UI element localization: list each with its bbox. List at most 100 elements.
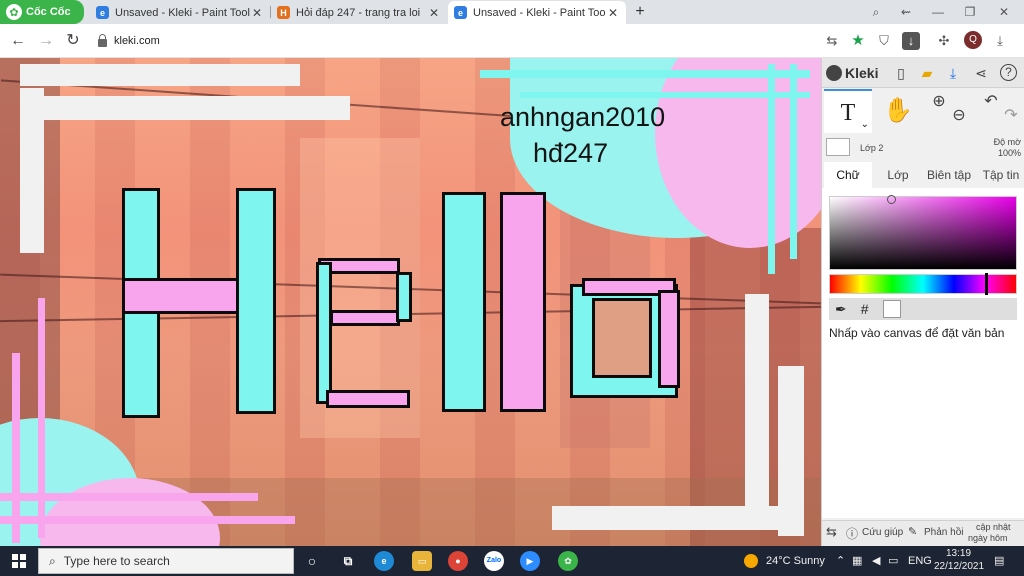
zoom-in-icon[interactable]: ⊕: [930, 93, 948, 111]
battery-icon[interactable]: ▭: [888, 554, 898, 567]
weather-sun-icon[interactable]: [744, 554, 758, 568]
panel-footer: ⇆ ⓘ Cứu giúp ✎ Phản hồi cập nhật ngày hô…: [822, 520, 1024, 553]
kleki-favicon-icon: e: [96, 6, 109, 19]
frame-line: [20, 88, 44, 253]
shield-icon[interactable]: ⛉: [874, 31, 894, 51]
extensions-puzzle-icon[interactable]: ✣: [934, 31, 954, 51]
text-tool-button[interactable]: T ⌄: [824, 89, 872, 133]
stripe: [38, 298, 45, 538]
file-explorer-icon[interactable]: ▭: [412, 551, 432, 571]
windows-start-icon[interactable]: [12, 554, 26, 568]
hue-slider[interactable]: [829, 273, 1017, 295]
zoom-out-icon[interactable]: ⊖: [950, 107, 968, 125]
hand-icon: ✋: [883, 97, 913, 124]
new-file-icon[interactable]: ▯: [892, 64, 910, 82]
tab-text[interactable]: Chữ: [824, 162, 872, 188]
feedback-link[interactable]: Phản hồi: [924, 527, 963, 538]
weather-text[interactable]: 24°C Sunny: [766, 555, 825, 567]
back-arrow-icon[interactable]: ←: [8, 31, 28, 51]
downloads-icon[interactable]: ⤓: [990, 31, 1010, 51]
stripe: [790, 64, 797, 259]
share-icon[interactable]: ⋖: [972, 64, 990, 82]
zoom-icon[interactable]: ▶: [520, 551, 540, 571]
tool-row: T ⌄ ✋ ⊕ ⊖ ↶ ↷: [822, 89, 1024, 133]
new-tab-button[interactable]: +: [631, 3, 649, 21]
close-tab-icon[interactable]: ✕: [427, 6, 441, 20]
tab-title: Hỏi đáp 247 - trang tra loi: [296, 6, 421, 19]
swap-side-icon[interactable]: ⇆: [826, 524, 837, 540]
windows-taskbar: ⌕ Type here to search ○ ⧉ e ▭ ● Zalo ▶ ✿…: [0, 546, 1024, 576]
color-saturation-picker[interactable]: [829, 195, 1017, 270]
close-window-icon[interactable]: ✕: [992, 3, 1016, 21]
frame-line: [745, 294, 769, 516]
tab-search-icon[interactable]: ⌕: [864, 3, 888, 21]
stripe: [0, 493, 258, 501]
tab-edit[interactable]: Biên tập: [922, 162, 976, 188]
open-folder-icon[interactable]: ▰: [918, 64, 936, 82]
letter-l2: [500, 192, 546, 412]
help-link[interactable]: Cứu giúp: [862, 527, 903, 538]
back-history-icon[interactable]: ⇜: [894, 3, 918, 21]
reload-icon[interactable]: ↻: [63, 31, 83, 51]
tab-kleki-1[interactable]: e Unsaved - Kleki - Paint Tool ✕: [90, 1, 270, 24]
kleki-logo[interactable]: Kleki: [826, 63, 878, 83]
address-bar[interactable]: kleki.com: [92, 29, 812, 53]
text-tool-icon: T: [840, 100, 856, 126]
undo-icon[interactable]: ↶: [982, 93, 1000, 111]
tab-hoidap[interactable]: H Hỏi đáp 247 - trang tra loi ✕: [271, 1, 447, 24]
zalo-icon[interactable]: Zalo: [484, 551, 504, 571]
save-download-icon[interactable]: ⤓: [944, 64, 962, 82]
tray-chevron-icon[interactable]: ⌃: [836, 554, 845, 567]
profile-avatar[interactable]: Q: [964, 31, 982, 49]
clock-time[interactable]: 13:19: [946, 548, 971, 559]
redo-icon[interactable]: ↷: [1002, 107, 1020, 125]
task-view-icon[interactable]: ⧉: [338, 551, 358, 571]
panel-tabs: Chữ Lớp Biên tập Tập tin: [822, 162, 1024, 188]
drawing-canvas[interactable]: anhngan2010 hđ247: [0, 58, 821, 546]
coccoc-brand-button[interactable]: ✿ Cốc Cốc: [0, 0, 84, 24]
hue-slider-handle[interactable]: [985, 273, 988, 295]
stripe: [520, 92, 810, 98]
eyedropper-icon[interactable]: ✒: [835, 301, 847, 318]
tab-file[interactable]: Tập tin: [978, 162, 1024, 188]
restore-icon[interactable]: ❐: [958, 3, 982, 21]
canvas-text-username: anhngan2010: [500, 102, 666, 132]
minimize-icon[interactable]: —: [926, 3, 950, 21]
translate-icon[interactable]: ⇆: [822, 31, 842, 51]
letter-o-right: [658, 290, 680, 388]
language-indicator[interactable]: ENG: [908, 555, 932, 567]
chrome-icon[interactable]: ●: [448, 551, 468, 571]
coccoc-taskbar-icon[interactable]: ✿: [558, 551, 578, 571]
color-picker-knob[interactable]: [887, 195, 896, 204]
close-tab-icon[interactable]: ✕: [606, 6, 620, 20]
edge-icon[interactable]: e: [374, 551, 394, 571]
help-icon[interactable]: ?: [1000, 64, 1017, 81]
close-tab-icon[interactable]: ✕: [250, 6, 264, 20]
forward-arrow-icon[interactable]: →: [36, 31, 56, 51]
hoidap-favicon-icon: H: [277, 6, 290, 19]
browser-toolbar: ← → ↻ kleki.com ⇆ ★ ⛉ ↓ ✣ ⤓: [0, 24, 1024, 58]
cortana-icon[interactable]: ○: [302, 551, 322, 571]
frame-line: [20, 96, 350, 120]
taskbar-search-box[interactable]: ⌕ Type here to search: [38, 548, 294, 574]
clock-date[interactable]: 22/12/2021: [934, 561, 984, 572]
tab-kleki-2[interactable]: e Unsaved - Kleki - Paint Tool ✕: [448, 1, 626, 24]
tab-layers[interactable]: Lớp: [876, 162, 920, 188]
active-layer-row[interactable]: Lớp 2 Độ mờ 100%: [822, 134, 1024, 162]
text-tool-options: ✒ # Nhấp vào canvas để đặt văn bản: [822, 188, 1024, 518]
volume-icon[interactable]: ◀: [872, 554, 880, 567]
hex-input-button[interactable]: #: [861, 301, 869, 317]
update-line1[interactable]: cập nhật: [976, 522, 1011, 532]
bookmark-star-icon[interactable]: ★: [848, 31, 868, 51]
lock-icon: [98, 34, 107, 47]
screen: ✿ Cốc Cốc e Unsaved - Kleki - Paint Tool…: [0, 0, 1024, 576]
network-icon[interactable]: ▦: [852, 554, 862, 567]
download-box-icon[interactable]: ↓: [902, 32, 920, 50]
letter-e-spine: [316, 262, 332, 404]
kleki-favicon-icon: e: [454, 6, 467, 19]
notification-icon[interactable]: ▤: [994, 554, 1004, 567]
current-color-swatch[interactable]: [882, 300, 901, 318]
search-icon: ⌕: [49, 553, 56, 568]
hand-tool-button[interactable]: ✋: [874, 89, 922, 133]
kleki-side-panel: Kleki ▯ ▰ ⤓ ⋖ ? T ⌄ ✋ ⊕ ⊖ ↶ ↷ Lớp 2 Độ m…: [821, 58, 1024, 553]
